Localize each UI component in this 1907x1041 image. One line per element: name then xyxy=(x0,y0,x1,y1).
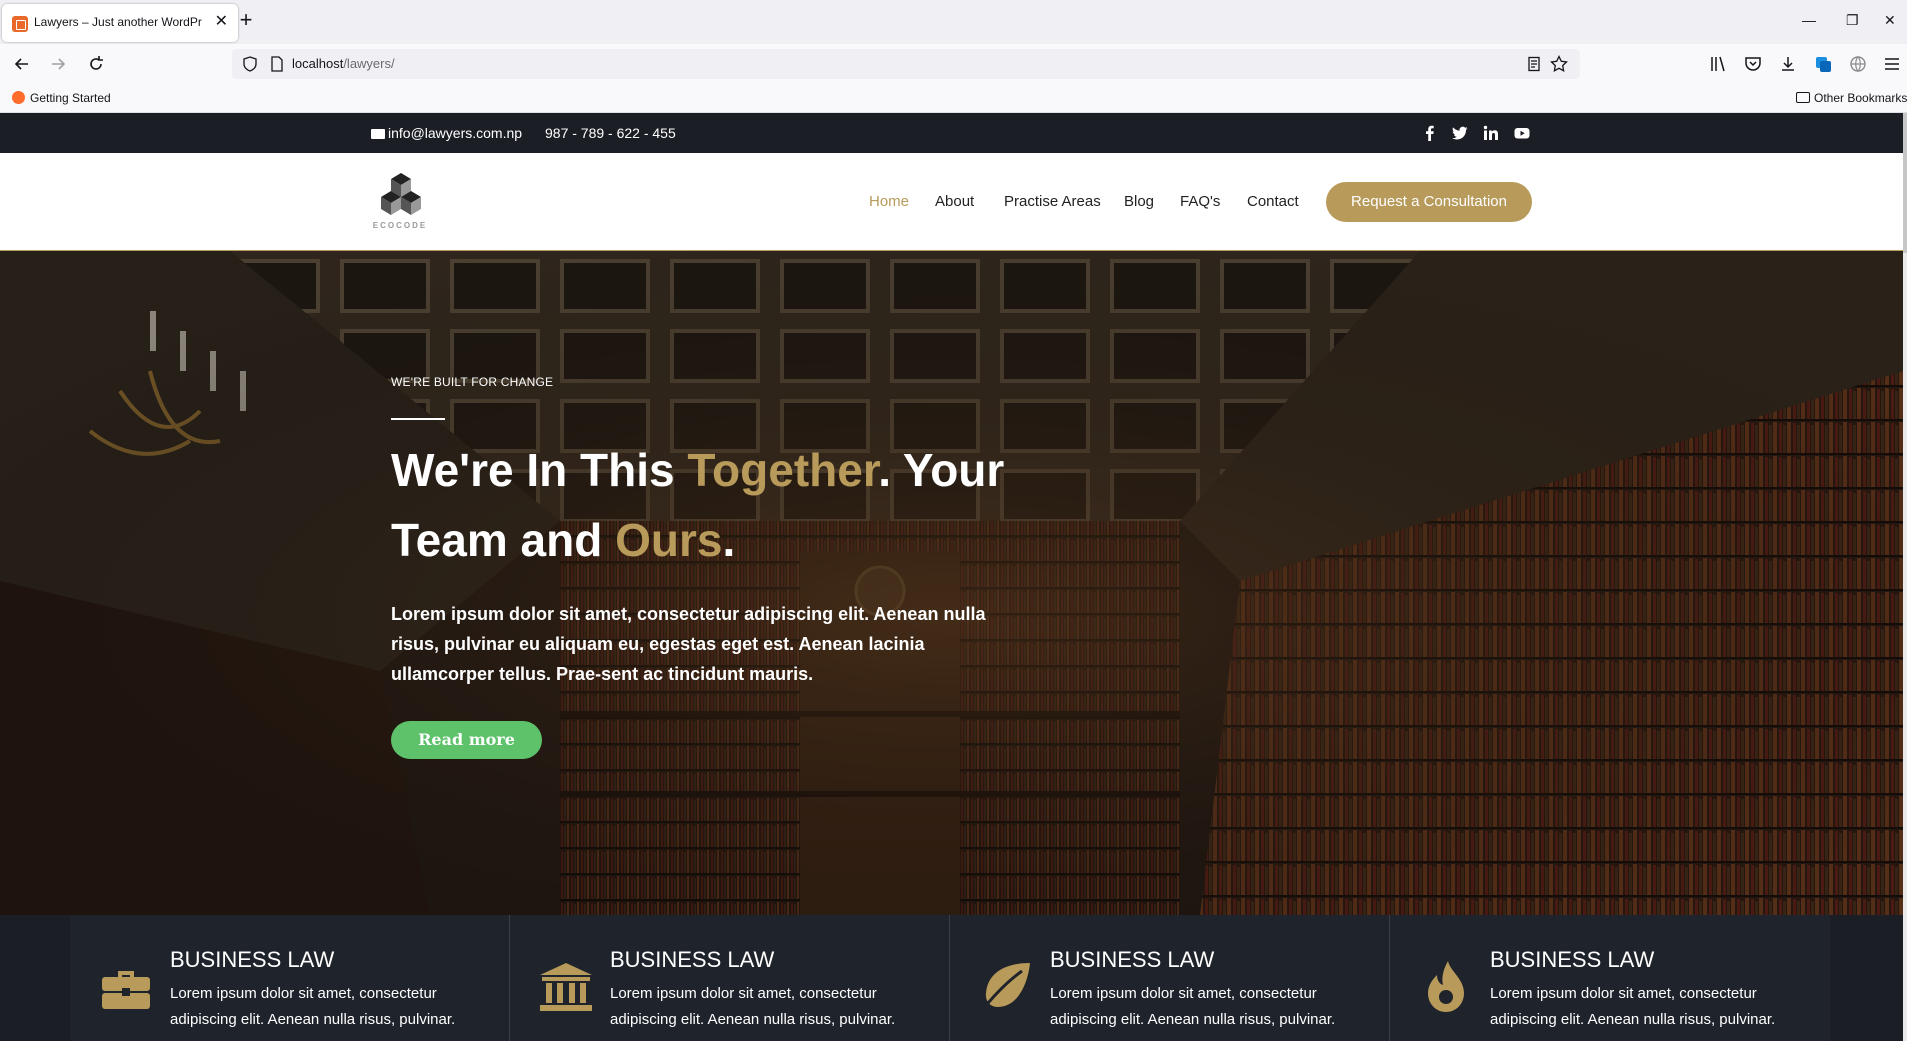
tab-title: Lawyers – Just another WordPr xyxy=(34,15,202,29)
courthouse-icon xyxy=(538,959,594,1015)
browser-tab-bar: Lawyers – Just another WordPr ✕ + — ❐ ✕ xyxy=(0,0,1907,44)
address-bar[interactable]: localhost/lawyers/ xyxy=(232,49,1580,79)
bookmark-getting-started[interactable]: Getting Started xyxy=(12,91,111,105)
reader-view-icon[interactable] xyxy=(1526,56,1542,72)
facebook-icon[interactable] xyxy=(1422,125,1438,141)
hero-overlay xyxy=(0,251,1903,915)
minimize-icon[interactable]: — xyxy=(1802,12,1816,28)
page-scrollbar[interactable] xyxy=(1903,113,1907,1041)
library-icon[interactable] xyxy=(1708,54,1728,74)
close-tab-icon[interactable]: ✕ xyxy=(215,14,228,30)
hero-eyebrow: WE'RE BUILT FOR CHANGE xyxy=(391,375,554,389)
logo-text: ECOCODE xyxy=(372,221,428,230)
service-title: BUSINESS LAW xyxy=(170,947,335,972)
extension-icon[interactable] xyxy=(1813,54,1833,74)
youtube-icon[interactable] xyxy=(1514,125,1530,141)
service-card[interactable]: BUSINESS LAW Lorem ipsum dolor sit amet,… xyxy=(70,915,510,1041)
url-text[interactable]: localhost/lawyers/ xyxy=(292,56,395,71)
hero-divider xyxy=(391,418,445,420)
bookmarks-bar: Getting Started Other Bookmarks xyxy=(0,84,1907,113)
service-title: BUSINESS LAW xyxy=(1490,947,1655,972)
nav-about[interactable]: About xyxy=(935,193,974,210)
bookmark-star-icon[interactable] xyxy=(1550,55,1568,73)
downloads-icon[interactable] xyxy=(1778,54,1798,74)
request-consultation-button[interactable]: Request a Consultation xyxy=(1326,182,1532,222)
back-icon[interactable] xyxy=(12,54,32,74)
hero-section: WE'RE BUILT FOR CHANGE We're In This Tog… xyxy=(0,251,1903,915)
browser-nav-bar: localhost/lawyers/ xyxy=(0,44,1907,84)
service-text: Lorem ipsum dolor sit amet, consectetur … xyxy=(170,985,456,1028)
envelope-icon xyxy=(371,129,385,139)
leaf-icon xyxy=(978,959,1034,1015)
service-title: BUSINESS LAW xyxy=(1050,947,1215,972)
service-text: Lorem ipsum dolor sit amet, consectetur … xyxy=(1490,985,1776,1028)
flame-icon xyxy=(1418,959,1474,1015)
restore-icon[interactable]: ❐ xyxy=(1846,12,1859,29)
service-card[interactable]: BUSINESS LAW Lorem ipsum dolor sit amet,… xyxy=(950,915,1390,1041)
firefox-icon xyxy=(12,91,25,104)
page-icon xyxy=(270,56,284,72)
hero-lead-text: Lorem ipsum dolor sit amet, consectetur … xyxy=(391,604,986,684)
bookmark-other[interactable]: Other Bookmarks xyxy=(1796,91,1907,105)
service-title: BUSINESS LAW xyxy=(610,947,775,972)
menu-icon[interactable] xyxy=(1882,54,1902,74)
contact-email[interactable]: info@lawyers.com.np xyxy=(371,125,522,141)
site-header: ECOCODE Home About Practise Areas Blog F… xyxy=(0,153,1903,251)
nav-faqs[interactable]: FAQ's xyxy=(1180,193,1220,210)
globe-icon[interactable] xyxy=(1848,54,1868,74)
contact-phone[interactable]: 987 - 789 - 622 - 455 xyxy=(545,125,676,141)
folder-icon xyxy=(1796,92,1810,103)
nav-blog[interactable]: Blog xyxy=(1124,193,1154,210)
service-text: Lorem ipsum dolor sit amet, consectetur … xyxy=(610,985,896,1028)
reload-icon[interactable] xyxy=(86,54,106,74)
service-text: Lorem ipsum dolor sit amet, consectetur … xyxy=(1050,985,1336,1028)
scrollbar-thumb[interactable] xyxy=(1903,113,1907,253)
read-more-button[interactable]: Read more xyxy=(391,721,542,759)
hero-headline: We're In This Together. Your Team and Ou… xyxy=(391,444,1005,566)
site-favicon-icon xyxy=(12,16,28,32)
forward-icon[interactable] xyxy=(48,54,68,74)
pocket-icon[interactable] xyxy=(1743,54,1763,74)
nav-contact[interactable]: Contact xyxy=(1247,193,1299,210)
close-window-icon[interactable]: ✕ xyxy=(1884,12,1896,29)
service-card[interactable]: BUSINESS LAW Lorem ipsum dolor sit amet,… xyxy=(1390,915,1830,1041)
linkedin-icon[interactable] xyxy=(1483,125,1499,141)
browser-tab[interactable]: Lawyers – Just another WordPr ✕ xyxy=(2,4,238,42)
new-tab-icon[interactable]: + xyxy=(236,9,256,31)
service-card[interactable]: BUSINESS LAW Lorem ipsum dolor sit amet,… xyxy=(510,915,950,1041)
shield-icon[interactable] xyxy=(242,56,258,72)
nav-practise-areas[interactable]: Practise Areas xyxy=(1004,193,1101,210)
briefcase-icon xyxy=(98,959,154,1015)
twitter-icon[interactable] xyxy=(1452,125,1468,141)
nav-home[interactable]: Home xyxy=(869,193,909,210)
site-topbar: info@lawyers.com.np 987 - 789 - 622 - 45… xyxy=(0,113,1903,153)
